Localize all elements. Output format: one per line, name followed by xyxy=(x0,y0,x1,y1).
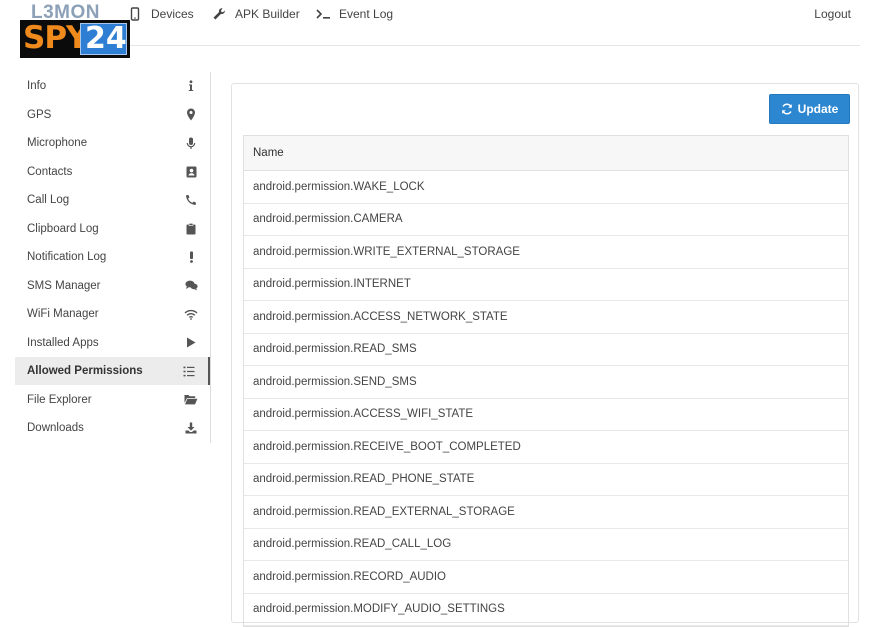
sidebar-item-wifi-manager[interactable]: WiFi Manager xyxy=(15,300,210,328)
sidebar-item-allowed-permissions[interactable]: Allowed Permissions xyxy=(15,357,210,385)
sidebar-item-installed-apps[interactable]: Installed Apps xyxy=(15,329,210,357)
exclamation-icon xyxy=(184,250,198,264)
table-row: android.permission.ACCESS_NETWORK_STATE xyxy=(244,301,848,334)
sidebar-item-gps[interactable]: GPS xyxy=(15,101,210,129)
table-row: android.permission.RECORD_AUDIO xyxy=(244,561,848,594)
nav-apk-builder[interactable]: APK Builder xyxy=(212,5,300,23)
chat-bubbles-icon xyxy=(184,279,198,293)
table-row: android.permission.READ_EXTERNAL_STORAGE xyxy=(244,496,848,529)
navbar-divider xyxy=(20,45,860,46)
terminal-icon xyxy=(316,7,330,21)
sidebar-item-label: Call Log xyxy=(27,194,70,206)
phone-icon xyxy=(184,193,198,207)
update-button[interactable]: Update xyxy=(769,94,850,124)
wifi-icon xyxy=(184,307,198,321)
table-row: android.permission.READ_CALL_LOG xyxy=(244,529,848,561)
sidebar-item-label: Info xyxy=(27,80,47,92)
nav-devices-label: Devices xyxy=(151,7,194,21)
microphone-icon xyxy=(184,136,198,150)
nav-apk-builder-label: APK Builder xyxy=(235,7,300,21)
refresh-icon xyxy=(781,103,793,115)
table-row: android.permission.READ_PHONE_STATE xyxy=(244,464,848,496)
list-icon xyxy=(182,364,196,378)
spy24-logo: SPY 24 xyxy=(20,20,130,58)
nav-devices[interactable]: Devices xyxy=(128,5,194,23)
sidebar-item-label: Downloads xyxy=(27,422,84,434)
logo-spy-text: SPY xyxy=(23,20,88,56)
table-row: android.permission.SEND_SMS xyxy=(244,366,848,399)
table-row: android.permission.INTERNET xyxy=(244,269,848,301)
sidebar-item-call-log[interactable]: Call Log xyxy=(15,186,210,214)
top-navbar: L3MON Devices APK Builder Event Log Logo… xyxy=(0,0,894,46)
download-icon xyxy=(184,421,198,435)
sidebar-item-file-explorer[interactable]: File Explorer xyxy=(15,386,210,414)
address-book-icon xyxy=(184,165,198,179)
sidebar-item-label: WiFi Manager xyxy=(27,308,99,320)
map-marker-icon xyxy=(184,108,198,122)
table-row: android.permission.WRITE_EXTERNAL_STORAG… xyxy=(244,236,848,269)
logout-link[interactable]: Logout xyxy=(814,7,851,21)
sidebar-item-downloads[interactable]: Downloads xyxy=(15,414,210,442)
sidebar-item-clipboard-log[interactable]: Clipboard Log xyxy=(15,215,210,243)
table-row: android.permission.READ_SMS xyxy=(244,334,848,366)
permissions-table: Name android.permission.WAKE_LOCK androi… xyxy=(243,135,849,627)
sidebar: Info GPS Microphone Contacts Call Log Cl… xyxy=(15,72,211,443)
logo-24-box: 24 xyxy=(80,21,127,56)
table-row: android.permission.WAKE_LOCK xyxy=(244,171,848,204)
play-icon xyxy=(184,336,198,350)
sidebar-item-label: SMS Manager xyxy=(27,279,101,292)
wrench-icon xyxy=(212,7,226,21)
sidebar-item-info[interactable]: Info xyxy=(15,72,210,100)
table-row: android.permission.CAMERA xyxy=(244,204,848,236)
sidebar-item-notification-log[interactable]: Notification Log xyxy=(15,243,210,271)
sidebar-item-label: Microphone xyxy=(27,137,88,149)
sidebar-item-label: Clipboard Log xyxy=(27,222,99,235)
table-row: android.permission.RECEIVE_BOOT_COMPLETE… xyxy=(244,431,848,464)
nav-event-log-label: Event Log xyxy=(339,7,394,21)
info-icon xyxy=(184,79,198,93)
sidebar-item-microphone[interactable]: Microphone xyxy=(15,129,210,157)
clipboard-icon xyxy=(184,222,198,236)
sidebar-item-label: Contacts xyxy=(27,165,73,178)
update-button-label: Update xyxy=(797,102,839,116)
table-header-name: Name xyxy=(244,136,848,171)
sidebar-item-label: Installed Apps xyxy=(27,336,99,349)
sidebar-item-sms-manager[interactable]: SMS Manager xyxy=(15,272,210,300)
table-row: android.permission.ACCESS_WIFI_STATE xyxy=(244,399,848,431)
sidebar-item-label: Notification Log xyxy=(27,251,107,263)
nav-event-log[interactable]: Event Log xyxy=(316,5,393,23)
sidebar-item-label: File Explorer xyxy=(27,393,92,406)
sidebar-item-contacts[interactable]: Contacts xyxy=(15,158,210,186)
sidebar-item-label: Allowed Permissions xyxy=(27,365,143,377)
mobile-icon xyxy=(128,7,142,21)
sidebar-item-label: GPS xyxy=(27,108,52,121)
folder-open-icon xyxy=(184,393,198,407)
